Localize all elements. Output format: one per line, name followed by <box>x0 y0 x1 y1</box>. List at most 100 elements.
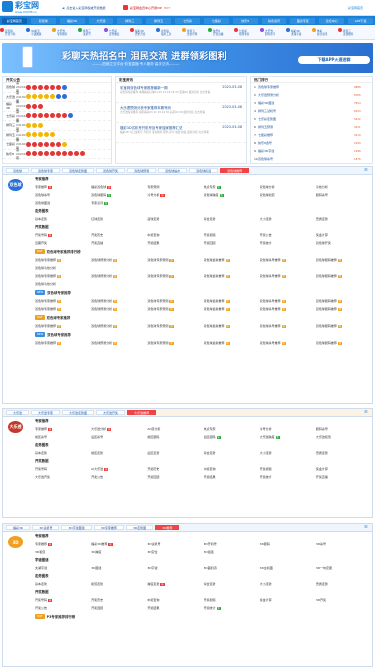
grid-link[interactable]: 双色球杀号推荐荐 <box>260 305 314 313</box>
grid-link[interactable]: 前区胆码 <box>147 433 201 441</box>
grid-link[interactable]: 冷号分析热 <box>147 191 201 199</box>
nav-item[interactable]: 福彩3D <box>59 17 85 24</box>
grid-link[interactable]: 双色球最新推荐荐 <box>204 322 258 330</box>
grid-link[interactable]: 双色球预测分析荐 <box>91 272 145 280</box>
grid-link[interactable]: 开奖回顾 <box>147 473 201 481</box>
grid-link[interactable]: 双色球预测分析荐 <box>91 339 145 347</box>
nav-item[interactable]: 七星彩 <box>203 17 229 24</box>
grid-link[interactable]: 奖金计算 <box>260 596 314 604</box>
grid-link[interactable]: 双色球冷热分析 <box>35 280 89 288</box>
ranking-row[interactable]: 1 双色球专家推荐 9888 <box>251 83 372 91</box>
draw-row[interactable]: 快乐8 第2024100期 <box>3 148 111 160</box>
grid-link[interactable]: 双色球预测分析荐 <box>91 305 145 313</box>
grid-link[interactable]: 开奖公告 <box>260 231 314 239</box>
top-search-link[interactable]: ◀ 点击进入彩宝网权威开奖数据 <box>62 6 105 10</box>
grid-link[interactable]: 双色球专家推荐荐 <box>35 256 89 264</box>
grid-link[interactable]: 双色球杀号推荐荐 <box>260 322 314 330</box>
section-tab[interactable]: 3D走势图 <box>125 525 154 530</box>
grid-link[interactable]: 奖金计算 <box>316 231 370 239</box>
section-tab[interactable]: 3D试机号 <box>32 525 60 530</box>
subnav-item[interactable]: 双色球 开奖号码 <box>0 26 26 40</box>
ranking-row[interactable]: 9 福彩3D字谜 1998 <box>251 147 372 155</box>
grid-link[interactable]: 开奖直播 <box>316 473 370 481</box>
grid-link[interactable]: 开奖号码 <box>35 465 89 473</box>
grid-link[interactable]: 开奖回顾 <box>204 239 258 247</box>
grid-link[interactable]: 后区杀号 <box>91 433 145 441</box>
grid-link[interactable]: 双色球预测分析荐 <box>91 322 145 330</box>
grid-link[interactable]: 专家预测 <box>147 183 201 191</box>
grid-link[interactable]: 3D字谜 <box>147 564 201 572</box>
grid-link[interactable]: 3D图谜 <box>91 564 145 572</box>
grid-link[interactable]: 双色球冷热分析 <box>35 264 89 272</box>
grid-link[interactable]: 和值走势 <box>91 580 145 588</box>
grid-link[interactable]: 开奖公告 <box>35 604 89 612</box>
subnav-item[interactable]: 大乐透 专家推荐 <box>52 26 78 40</box>
grid-link[interactable]: 基本走势 <box>35 215 89 223</box>
nav-item[interactable]: 彩宝网首页 <box>2 17 27 24</box>
subnav-item[interactable]: 3D彩宝 字谜图谜 <box>26 26 52 40</box>
rank-label[interactable]: 福彩3D字谜 <box>258 149 354 153</box>
grid-link[interactable]: 3D一句定胆 <box>316 564 370 572</box>
grid-link[interactable]: 双色球专家预测荐 <box>147 297 201 305</box>
grid-link[interactable]: 开奖公告 <box>91 473 145 481</box>
section-tab[interactable]: 3D字谜图谜 <box>61 525 92 530</box>
top-promo-link[interactable]: 彩宝网会员中心开通VIP HOT <box>123 5 170 10</box>
subnav-item[interactable]: 体彩 综合资讯 <box>312 26 338 40</box>
top-right-link[interactable]: 彩宝网首页 <box>348 6 363 10</box>
grid-link[interactable]: 双色球杀号 <box>35 191 89 199</box>
grid-link[interactable]: 双色球专家预测荐 <box>147 339 201 347</box>
rank-label[interactable]: 七乐彩走势图 <box>258 117 354 121</box>
section-tab[interactable]: 大乐透走势图 <box>62 410 95 415</box>
grid-link[interactable]: 前区杀号 <box>35 433 89 441</box>
rank-label[interactable]: 快乐8选号 <box>258 141 354 145</box>
collapse-icon[interactable]: ☰ <box>364 410 369 415</box>
grid-link[interactable]: 双色球专家推荐荐 <box>35 322 89 330</box>
grid-link[interactable]: 中奖查询 <box>147 231 201 239</box>
nav-item[interactable]: APP下载 <box>348 17 373 24</box>
subnav-item[interactable]: 排列五 奖金计算 <box>182 26 208 40</box>
rank-label[interactable]: 排列三试机号 <box>258 109 354 113</box>
grid-link[interactable]: 双色球专家预测荐 <box>147 272 201 280</box>
grid-link[interactable]: 开奖号码热 <box>35 231 89 239</box>
grid-link[interactable]: 双色球跨度新 <box>204 191 258 199</box>
section-tab[interactable]: 双色球机选 <box>189 168 219 173</box>
section-tab[interactable]: 3D专家推荐 <box>93 525 124 530</box>
grid-link[interactable]: 大小走势 <box>260 449 314 457</box>
grid-link[interactable]: 奇偶走势 <box>316 580 370 588</box>
section-tab-hot[interactable]: 双色球推荐 <box>220 168 250 173</box>
subnav-item[interactable]: 大乐透 胆码杀号 <box>260 26 286 40</box>
grid-link[interactable]: 双色球胆码推荐荐 <box>316 322 370 330</box>
rank-label[interactable]: 七星彩推荐 <box>258 133 354 137</box>
grid-link[interactable]: 3D藏机诗 <box>204 564 258 572</box>
grid-link[interactable]: 双色球专家推荐荐 <box>35 297 89 305</box>
grid-link[interactable]: 基本走势 <box>35 580 89 588</box>
site-logo[interactable]: 彩宝网 www.00038.cn <box>2 1 54 14</box>
grid-link[interactable]: 大乐透跨度新 <box>260 433 314 441</box>
ranking-row[interactable]: 10 双色球杀号 1876 <box>251 155 372 163</box>
grid-link[interactable]: 近期开奖 <box>35 239 89 247</box>
grid-link[interactable]: 福彩双色球热 <box>91 183 145 191</box>
grid-link[interactable]: 双色球最新推荐荐 <box>204 256 258 264</box>
nav-item[interactable]: 论坛中心 <box>319 17 345 24</box>
grid-link[interactable]: 专家推荐热 <box>35 183 89 191</box>
section-tab[interactable]: 双色球开奖 <box>96 168 126 173</box>
subnav-item[interactable]: 双色球 缩水工具 <box>156 26 182 40</box>
grid-link[interactable]: 开奖号码热 <box>35 596 89 604</box>
grid-link[interactable]: 双色球预测分析荐 <box>91 256 145 264</box>
grid-link[interactable]: 开奖统计 <box>260 473 314 481</box>
grid-link[interactable]: 双色球胆码推荐荐 <box>316 272 370 280</box>
grid-link[interactable]: 奇偶走势 <box>316 215 370 223</box>
nav-item[interactable]: 综合资讯 <box>261 17 287 24</box>
grid-link[interactable]: 奇偶走势 <box>316 449 370 457</box>
nav-item[interactable]: 大乐透 <box>88 17 114 24</box>
rank-label[interactable]: 大乐透预测分析 <box>258 93 354 97</box>
grid-link[interactable]: 开奖结果 <box>204 473 258 481</box>
news-item[interactable]: 福彩3D试机号开机号及专家独家推荐汇总 2023-03-08 福彩3D 今日试机号 … <box>116 123 246 143</box>
download-app-button[interactable]: 下载APP火速进群 <box>298 56 370 64</box>
grid-link[interactable]: 双色球胆码推荐荐 <box>316 256 370 264</box>
section-tab[interactable]: 大乐透开奖 <box>96 410 126 415</box>
grid-link[interactable]: 双色球杀号推荐荐 <box>260 339 314 347</box>
ranking-row[interactable]: 7 七星彩推荐 3210 <box>251 131 372 139</box>
grid-link[interactable]: 红球走势 <box>91 215 145 223</box>
grid-link[interactable]: 3D跨度 <box>91 548 145 556</box>
